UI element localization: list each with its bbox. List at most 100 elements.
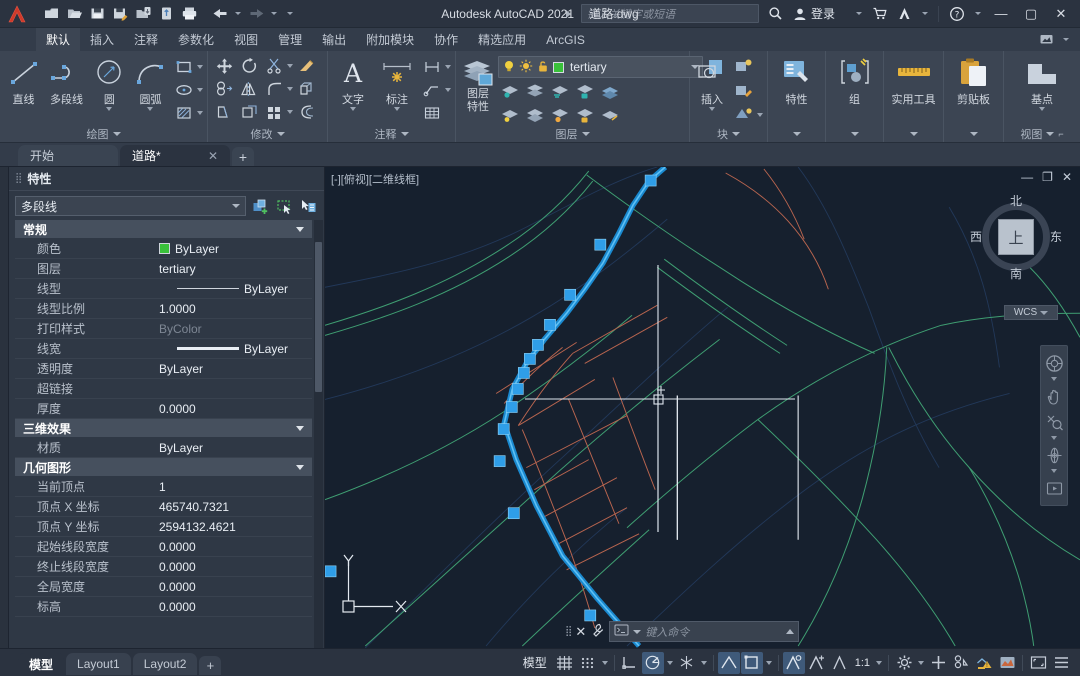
modify-panel-title[interactable]: 修改: [208, 126, 327, 142]
property-group-geometry[interactable]: 几何图形: [15, 458, 312, 477]
circle-button[interactable]: 圆: [90, 54, 129, 111]
property-value-linetype[interactable]: ByLayer: [157, 282, 312, 296]
layer-unisolate-icon[interactable]: [498, 104, 522, 126]
open-from-web-icon[interactable]: [132, 3, 154, 25]
property-row-linetype[interactable]: 线型 ByLayer: [15, 279, 312, 299]
stretch-icon[interactable]: [212, 101, 236, 123]
redo-dropdown-caret-icon[interactable]: [271, 12, 277, 15]
layers-panel-title[interactable]: 图层: [456, 126, 689, 142]
layer-freeze-icon[interactable]: [523, 80, 547, 102]
ribbon-tab-manage[interactable]: 管理: [268, 28, 312, 51]
view-panel-caret-icon[interactable]: [1046, 132, 1055, 136]
grid-display-icon[interactable]: [554, 652, 576, 674]
table-icon[interactable]: [420, 102, 444, 124]
customization-icon[interactable]: [1050, 652, 1072, 674]
property-value-thickness[interactable]: 0.0000: [157, 402, 312, 416]
property-value-end-width[interactable]: 0.0000: [157, 560, 312, 574]
property-group-3d-visualization[interactable]: 三维效果: [15, 419, 312, 438]
hardware-accel-icon[interactable]: [927, 652, 949, 674]
file-tab-start[interactable]: 开始: [18, 145, 118, 166]
command-line-customize-icon[interactable]: [590, 623, 605, 641]
ribbon-tab-insert[interactable]: 插入: [80, 28, 124, 51]
block-panel-caret-icon[interactable]: [732, 132, 740, 136]
ortho-mode-icon[interactable]: [619, 652, 641, 674]
viewport-close-button[interactable]: ✕: [1062, 171, 1072, 183]
utilities-panel-title[interactable]: [884, 126, 943, 142]
isodraft-caret-icon[interactable]: [700, 660, 707, 665]
property-value-material[interactable]: ByLayer: [157, 441, 312, 455]
base-point-caret-icon[interactable]: [1039, 107, 1045, 111]
ellipse-icon[interactable]: [172, 79, 196, 101]
insert-block-button[interactable]: 插入: [694, 54, 730, 111]
properties-scrollbar-thumb[interactable]: [315, 242, 322, 392]
ribbon-tab-output[interactable]: 输出: [312, 28, 356, 51]
file-tab-daolu[interactable]: 道路* ✕: [120, 145, 230, 166]
sun-icon[interactable]: [519, 59, 533, 76]
isolate-objects-icon[interactable]: [950, 652, 972, 674]
property-value-vertex-x[interactable]: 465740.7321: [157, 500, 312, 514]
layer-thaw-icon[interactable]: [548, 104, 572, 126]
property-row-vertex-y[interactable]: 顶点 Y 坐标 2594132.4621: [15, 517, 312, 537]
property-value-transparency[interactable]: ByLayer: [157, 362, 312, 376]
annotation-scale-icon[interactable]: [829, 652, 851, 674]
command-prompt-icon[interactable]: [614, 624, 629, 639]
layer-isolate-icon[interactable]: [498, 80, 522, 102]
workspace-caret-icon[interactable]: [1063, 38, 1069, 41]
autodesk-store-icon[interactable]: [869, 3, 890, 25]
quick-select-icon[interactable]: [298, 196, 318, 216]
array-dropdown-caret-icon[interactable]: [287, 110, 293, 114]
search-icon[interactable]: [765, 3, 786, 25]
dimension-style-icon[interactable]: [420, 56, 444, 78]
workspace-gear-icon[interactable]: [893, 652, 915, 674]
ucs-selector-button[interactable]: WCS: [1004, 305, 1058, 320]
copy-icon[interactable]: [212, 78, 236, 100]
rotate-icon[interactable]: [237, 55, 261, 77]
layout-tab-layout1[interactable]: Layout1: [66, 653, 131, 675]
layer-match-icon[interactable]: [523, 104, 547, 126]
draw-panel-caret-icon[interactable]: [112, 132, 121, 136]
viewport-minimize-button[interactable]: —: [1021, 171, 1033, 183]
fillet-dropdown-caret-icon[interactable]: [287, 87, 293, 91]
view-cube-west-label[interactable]: 西: [970, 228, 982, 245]
properties-scrollbar[interactable]: [314, 220, 323, 648]
property-row-vertex-x[interactable]: 顶点 X 坐标 465740.7321: [15, 497, 312, 517]
polar-tracking-icon[interactable]: [641, 651, 664, 674]
view-panel-title[interactable]: 视图 ⌐: [1004, 126, 1080, 142]
offset-icon[interactable]: [294, 101, 318, 123]
property-group-3d-caret-icon[interactable]: [296, 425, 304, 431]
zoom-caret-icon[interactable]: [1051, 436, 1057, 440]
minimize-button[interactable]: —: [988, 3, 1014, 25]
block-editor-icon[interactable]: [732, 56, 756, 78]
close-icon[interactable]: ✕: [208, 149, 218, 163]
property-value-elevation[interactable]: 0.0000: [157, 600, 312, 614]
array-icon[interactable]: [262, 101, 286, 123]
orbit-icon[interactable]: [1041, 442, 1067, 468]
plot-icon[interactable]: [178, 3, 200, 25]
command-history-caret-icon[interactable]: [633, 629, 642, 634]
drawing-canvas[interactable]: [-][俯视][二维线框] — ❐ ✕ 上 北 南 西 东 WCS ⣿ ✕ 键入…: [325, 167, 1080, 648]
maximize-button[interactable]: ▢: [1018, 3, 1044, 25]
command-input[interactable]: 键入命令: [609, 621, 800, 642]
view-cube-top-face[interactable]: 上: [998, 219, 1034, 255]
annotation-scale-value[interactable]: 1:1: [852, 657, 873, 669]
ribbon-tab-arcgis[interactable]: ArcGIS: [536, 28, 595, 51]
annotation-monitor-icon[interactable]: !: [973, 652, 995, 674]
polyline-button[interactable]: 多段线: [45, 54, 88, 107]
ellipse-dropdown-caret-icon[interactable]: [196, 88, 203, 92]
hatch-dropdown-caret-icon[interactable]: [196, 111, 203, 115]
properties-panel-title[interactable]: [768, 126, 825, 142]
layout-tab-model[interactable]: 模型: [18, 653, 65, 675]
unlock-icon[interactable]: [536, 59, 550, 76]
undo-icon[interactable]: [209, 3, 231, 25]
block-panel-title[interactable]: 块: [690, 126, 767, 142]
trim-icon[interactable]: [262, 55, 286, 77]
edit-attribute-icon[interactable]: [732, 80, 756, 102]
account-caret-icon[interactable]: [856, 12, 862, 15]
open-file-icon[interactable]: [63, 3, 85, 25]
redo-icon[interactable]: [245, 3, 267, 25]
annotation-panel-caret-icon[interactable]: [400, 132, 409, 136]
move-icon[interactable]: [212, 55, 236, 77]
orbit-caret-icon[interactable]: [1051, 469, 1057, 473]
palette-grip-handle[interactable]: ⣿: [15, 173, 22, 184]
utilities-button[interactable]: 实用工具: [888, 54, 939, 107]
